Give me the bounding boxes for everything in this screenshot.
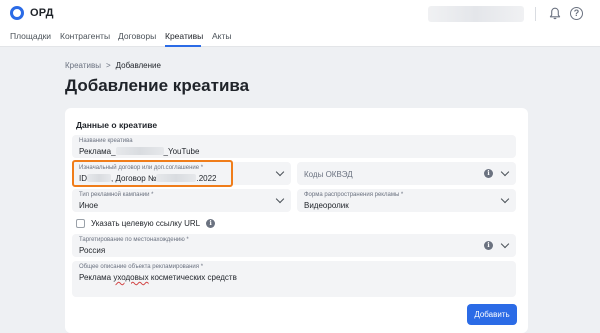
chevron-down-icon (275, 167, 285, 177)
nav-item-acts[interactable]: Акты (212, 31, 232, 41)
distribution-form-label: Форма распространения рекламы * (304, 192, 404, 198)
section-title: Данные о креативе (76, 120, 158, 130)
nav-item-contracts[interactable]: Договоры (118, 31, 156, 41)
logo-text: ОРД (30, 7, 54, 19)
top-header: ОРД ? (0, 0, 600, 27)
bell-icon[interactable] (549, 7, 561, 20)
help-circle-icon[interactable]: ? (570, 7, 583, 20)
highlight-annotation (72, 160, 233, 187)
geo-targeting-value: Россия (79, 246, 106, 255)
chevron-down-icon (500, 239, 510, 249)
active-tab-indicator (165, 45, 201, 47)
creative-name-value: Реклама_ _YouTube (79, 147, 200, 156)
target-url-label: Указать целевую ссылку URL (91, 219, 201, 228)
okved-codes-select[interactable]: Коды ОКВЭД i (297, 162, 516, 185)
info-icon[interactable]: i (206, 219, 216, 228)
page-title: Добавление креатива (65, 76, 250, 95)
target-url-checkbox-row[interactable]: Указать целевую ссылку URL i (76, 219, 216, 228)
creative-form-card: Данные о креативе Название креатива Рекл… (65, 108, 528, 333)
creative-name-field[interactable]: Название креатива Реклама_ _YouTube (72, 135, 516, 158)
geo-targeting-label: Таргетирование по местонахождению * (79, 237, 189, 243)
distribution-form-value: Видеоролик (304, 201, 349, 210)
okved-placeholder: Коды ОКВЭД (304, 170, 353, 179)
breadcrumb-parent[interactable]: Креативы (65, 61, 101, 70)
header-divider (535, 7, 536, 21)
breadcrumb-current: Добавление (115, 61, 161, 70)
info-icon[interactable]: i (484, 169, 493, 178)
app-logo[interactable]: ОРД (10, 6, 54, 20)
distribution-form-select[interactable]: Форма распространения рекламы * Видеорол… (297, 189, 516, 212)
description-textarea[interactable]: Общее описание объекта рекламирования * … (72, 261, 516, 297)
add-button[interactable]: Добавить (467, 304, 517, 325)
breadcrumb: Креативы > Добавление (65, 61, 161, 70)
chevron-down-icon (500, 167, 510, 177)
creative-name-label: Название креатива (79, 138, 133, 144)
description-label: Общее описание объекта рекламирования * (79, 264, 204, 270)
campaign-type-value: Иное (79, 201, 99, 210)
campaign-type-select[interactable]: Тип рекламной кампании * Иное (72, 189, 291, 212)
user-account-menu[interactable] (428, 6, 524, 22)
breadcrumb-separator: > (105, 61, 111, 70)
nav-item-counterparties[interactable]: Контрагенты (60, 31, 110, 41)
description-value: Реклама уходовых косметических средств (79, 273, 237, 282)
ring-logo-icon (10, 6, 24, 20)
chevron-down-icon (500, 194, 510, 204)
info-icon[interactable]: i (484, 241, 493, 250)
redacted-text (115, 147, 164, 155)
main-nav: Площадки Контрагенты Договоры Креативы А… (0, 27, 600, 47)
target-url-checkbox[interactable] (76, 219, 85, 228)
chevron-down-icon (275, 194, 285, 204)
nav-item-creatives[interactable]: Креативы (165, 31, 203, 41)
nav-item-platforms[interactable]: Площадки (10, 31, 51, 41)
geo-targeting-select[interactable]: Таргетирование по местонахождению * Росс… (72, 234, 516, 257)
campaign-type-label: Тип рекламной кампании * (79, 192, 154, 198)
